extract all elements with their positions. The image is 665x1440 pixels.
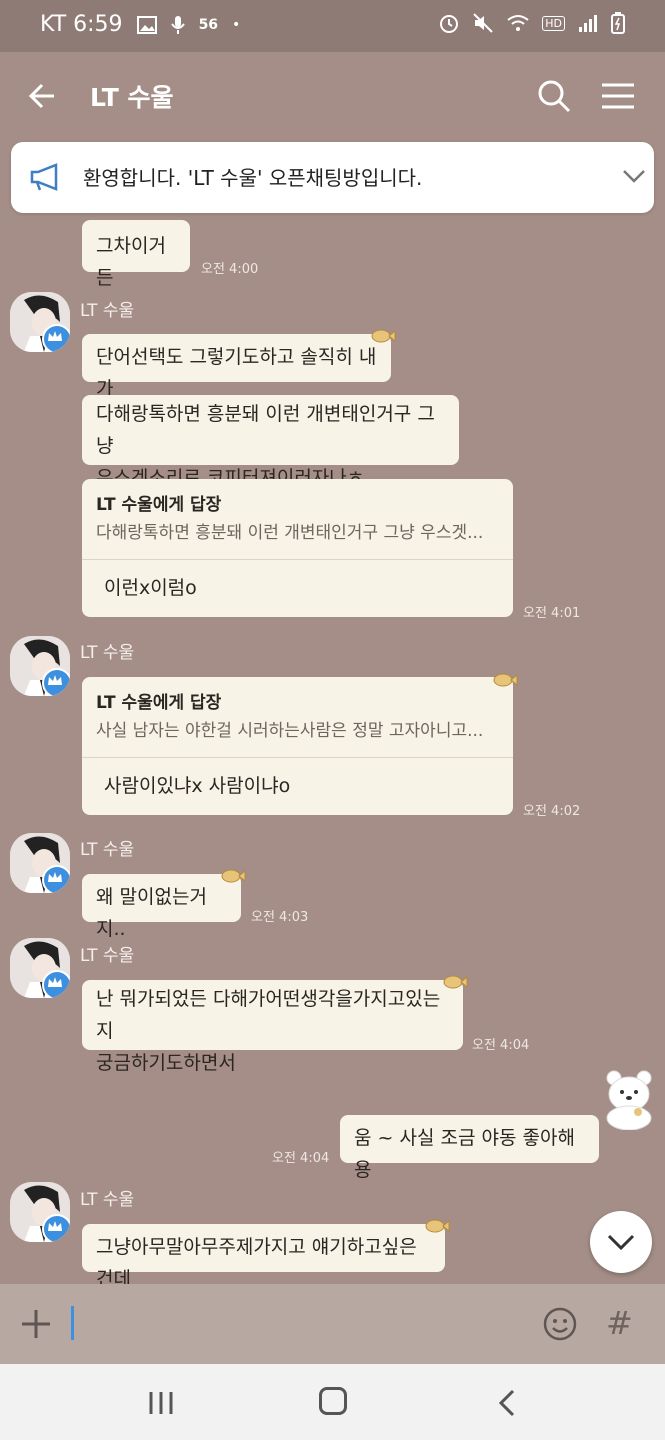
message-bubble[interactable]: 그냥아무말아무주제가지고 얘기하고싶은건데 bbox=[82, 1224, 445, 1290]
reply-text: 사람이있냐x 사람이냐o bbox=[104, 775, 291, 797]
search-icon[interactable] bbox=[536, 78, 572, 114]
reply-divider bbox=[82, 559, 513, 560]
avatar[interactable] bbox=[10, 833, 70, 893]
message-text: 움 ~ 사실 조금 야동 좋아해용 bbox=[354, 1127, 575, 1181]
chevron-down-icon[interactable] bbox=[621, 166, 647, 186]
crown-badge-icon bbox=[42, 970, 70, 998]
avatar[interactable] bbox=[10, 292, 70, 352]
hd-badge: HD bbox=[542, 15, 565, 31]
home-icon[interactable] bbox=[319, 1387, 347, 1415]
battery-icon bbox=[611, 12, 625, 34]
notice-banner[interactable]: 환영합니다. 'LT 수울' 오픈채팅방입니다. bbox=[11, 142, 654, 213]
network-badge: 56 bbox=[198, 16, 219, 33]
avatar[interactable] bbox=[10, 636, 70, 696]
mic-icon bbox=[170, 15, 185, 34]
message-text-line: 다해랑톡하면 흥분돼 이런 개변태인거구 그냥 bbox=[96, 403, 435, 457]
message-bubble[interactable]: 그차이거든 bbox=[82, 220, 190, 289]
fish-emoticon-icon bbox=[493, 673, 518, 687]
message-bubble[interactable]: 다해랑톡하면 흥분돼 이런 개변태인거구 그냥 우스겟소리로 코피터져이러자나ㅎ bbox=[82, 395, 459, 489]
wifi-icon bbox=[507, 15, 529, 31]
message-time: 오전 4:00 bbox=[201, 262, 259, 277]
avatar[interactable] bbox=[10, 1182, 70, 1242]
carrier-time: KT 6:59 bbox=[40, 12, 123, 37]
plus-icon[interactable] bbox=[18, 1306, 54, 1342]
reply-quote: 사실 남자는 야한걸 시러하는사람은 정말 고자아니고... bbox=[96, 721, 484, 741]
crown-badge-icon bbox=[42, 1214, 70, 1242]
message-text: 그차이거든 bbox=[96, 235, 166, 289]
message-text-line: 난 뭐가되었든 다해가어떤생각을가지고있는지 bbox=[96, 988, 441, 1042]
fish-emoticon-icon bbox=[443, 975, 468, 989]
message-input-bar: # bbox=[0, 1284, 665, 1364]
fish-emoticon-icon bbox=[425, 1219, 450, 1233]
megaphone-icon bbox=[30, 163, 58, 191]
sender-name: LT 수울 bbox=[80, 1190, 135, 1210]
sender-name: LT 수울 bbox=[80, 840, 135, 860]
avatar[interactable] bbox=[10, 938, 70, 998]
crown-badge-icon bbox=[42, 324, 70, 352]
fish-emoticon-icon bbox=[221, 869, 246, 883]
reply-bubble[interactable]: LT 수울에게 답장 사실 남자는 야한걸 시러하는사람은 정말 고자아니고..… bbox=[82, 677, 513, 815]
message-text-line: 궁금하기도하면서 bbox=[96, 1052, 236, 1074]
text-input-cursor[interactable] bbox=[71, 1306, 74, 1340]
alarm-icon bbox=[440, 15, 459, 33]
status-dot: • bbox=[232, 16, 241, 33]
back-arrow-icon[interactable] bbox=[24, 76, 64, 116]
crown-badge-icon bbox=[42, 865, 70, 893]
fish-emoticon-icon bbox=[371, 329, 396, 343]
message-time: 오전 4:02 bbox=[523, 804, 581, 819]
status-bar: KT 6:59 56 • HD bbox=[0, 0, 665, 52]
nav-back-icon[interactable] bbox=[496, 1388, 518, 1418]
hashtag-button[interactable]: # bbox=[606, 1304, 633, 1342]
notice-text: 환영합니다. 'LT 수울' 오픈채팅방입니다. bbox=[83, 166, 423, 190]
message-time: 오전 4:01 bbox=[523, 606, 581, 621]
chat-title: LT 수울 bbox=[90, 83, 174, 112]
message-bubble[interactable]: 왜 말이없는거지.. bbox=[82, 874, 241, 940]
message-bubble[interactable]: 난 뭐가되었든 다해가어떤생각을가지고있는지 궁금하기도하면서 bbox=[82, 980, 463, 1074]
reply-quote: 다해랑톡하면 흥분돼 이런 개변태인거구 그냥 우스겟... bbox=[96, 523, 484, 543]
chat-header: LT 수울 bbox=[0, 52, 665, 140]
signal-icon bbox=[579, 15, 597, 32]
reply-divider bbox=[82, 757, 513, 758]
message-time: 오전 4:04 bbox=[272, 1151, 330, 1166]
bear-profile-icon[interactable] bbox=[600, 1068, 658, 1130]
reply-text: 이런x이럼o bbox=[104, 577, 197, 599]
recent-apps-icon[interactable] bbox=[146, 1388, 176, 1418]
reply-bubble[interactable]: LT 수울에게 답장 다해랑톡하면 흥분돼 이런 개변태인거구 그냥 우스겟..… bbox=[82, 479, 513, 617]
chevron-down-icon bbox=[607, 1234, 635, 1251]
my-message-bubble[interactable]: 움 ~ 사실 조금 야동 좋아해용 bbox=[340, 1115, 599, 1181]
message-time: 오전 4:03 bbox=[251, 910, 309, 925]
message-text: 그냥아무말아무주제가지고 얘기하고싶은건데 bbox=[96, 1236, 417, 1290]
message-bubble[interactable]: 단어선택도 그렇기도하고 솔직히 내가 bbox=[82, 334, 391, 400]
menu-icon[interactable] bbox=[600, 82, 636, 110]
message-text: 왜 말이없는거지.. bbox=[96, 886, 207, 940]
message-time: 오전 4:04 bbox=[472, 1038, 530, 1053]
system-nav-bar bbox=[0, 1364, 665, 1440]
sender-name: LT 수울 bbox=[80, 946, 135, 966]
reply-header: LT 수울에게 답장 bbox=[96, 693, 222, 713]
crown-badge-icon bbox=[42, 668, 70, 696]
emoji-icon[interactable] bbox=[542, 1306, 578, 1342]
sender-name: LT 수울 bbox=[80, 643, 135, 663]
sender-name: LT 수울 bbox=[80, 301, 135, 321]
scroll-to-bottom-button[interactable] bbox=[590, 1211, 652, 1273]
message-text: 단어선택도 그렇기도하고 솔직히 내가 bbox=[96, 346, 377, 400]
reply-header: LT 수울에게 답장 bbox=[96, 495, 222, 515]
mute-icon bbox=[473, 13, 493, 33]
image-icon bbox=[136, 15, 157, 34]
